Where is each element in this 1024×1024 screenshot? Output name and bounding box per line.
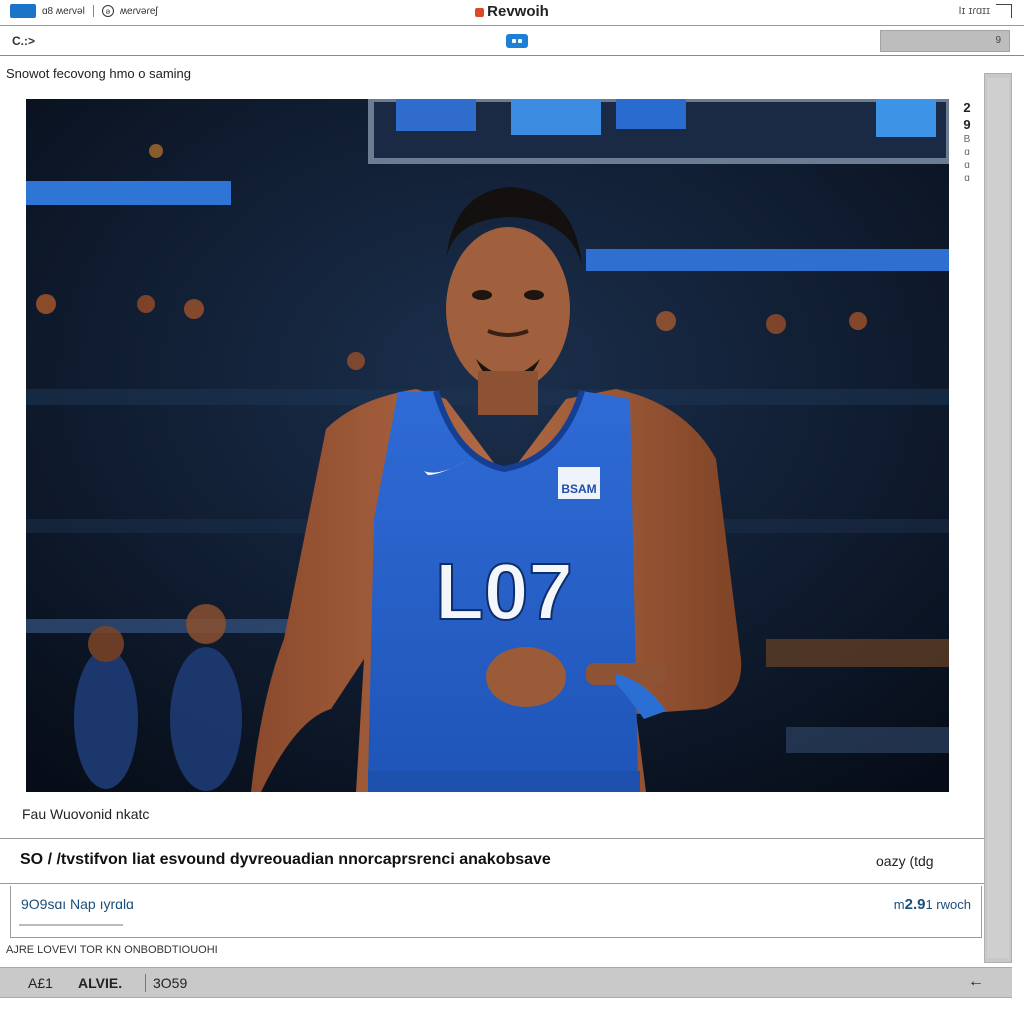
back-arrow-icon[interactable]: ← bbox=[968, 973, 984, 991]
toolbar-right-field[interactable]: 9 bbox=[880, 30, 1010, 52]
title-bar-right: Iɪ ɪɾɑɪɪ bbox=[958, 4, 1012, 18]
side-marks: 2 9 B ɑ ɑ ɑ bbox=[958, 100, 976, 184]
toolbar-right-value: 9 bbox=[995, 35, 1001, 46]
toolbar-left-label[interactable]: C.:> bbox=[12, 34, 35, 48]
jersey-tag: BSAM bbox=[561, 482, 596, 496]
info-right-suffix: 1 rwoch bbox=[925, 897, 971, 912]
info-left-text: 9O9sɑı Nap ıyrɑlɑ bbox=[21, 896, 134, 912]
title-bar: ɑ8 ʍeɾvəl ə ʍeɾvəɾeʃ Revwoih Iɪ ɪɾɑɪɪ bbox=[0, 0, 1024, 26]
corner-icon[interactable] bbox=[996, 4, 1012, 18]
info-right-prefix: m bbox=[893, 897, 905, 912]
photo-caption: Fau Wuovonid nkatc bbox=[22, 806, 150, 822]
jersey-number: L07 bbox=[435, 547, 573, 636]
info-row[interactable]: 9O9sɑı Nap ıyrɑlɑ m2.91 rwoch bbox=[10, 886, 982, 938]
headline-side-label: oazy (tdg bbox=[876, 853, 934, 869]
player-photo[interactable]: BSAM L07 bbox=[26, 99, 949, 792]
page: ɑ8 ʍeɾvəl ə ʍeɾvəɾeʃ Revwoih Iɪ ɪɾɑɪɪ C.… bbox=[0, 0, 1024, 1024]
status-item-b[interactable]: ALVIE. bbox=[78, 975, 122, 991]
divider bbox=[145, 974, 146, 992]
logo-icon bbox=[475, 7, 485, 17]
player-photo-svg: BSAM L07 bbox=[26, 99, 949, 792]
info-right-text: m2.91 rwoch bbox=[894, 896, 971, 913]
window-title: Revwoih bbox=[0, 3, 1024, 20]
info-right-value: 2.9 bbox=[904, 896, 926, 913]
title-bar-right-text[interactable]: Iɪ ɪɾɑɪɪ bbox=[958, 5, 990, 17]
divider bbox=[19, 924, 123, 926]
side-mark: 9 bbox=[963, 117, 971, 132]
footnote: AJRE LOVEVI TOR KN ONBOBDTIOUOHI bbox=[6, 944, 218, 956]
vertical-scrollbar[interactable] bbox=[984, 73, 1012, 963]
section-heading: Snowot fecovong hmo o saming bbox=[6, 66, 191, 81]
toolbar: C.:> 9 bbox=[0, 27, 1024, 56]
headline-text[interactable]: SO / /tvstifvon liat esvound dyvreouadia… bbox=[20, 851, 551, 869]
window-title-text: Revwoih bbox=[487, 3, 549, 20]
toggle-icon[interactable] bbox=[506, 34, 528, 48]
scrollbar-thumb[interactable] bbox=[987, 78, 1009, 958]
side-mark: B bbox=[963, 134, 971, 145]
headline-row[interactable]: SO / /tvstifvon liat esvound dyvreouadia… bbox=[0, 838, 984, 884]
side-mark: 2 bbox=[963, 100, 971, 115]
side-mark: ɑ bbox=[964, 160, 970, 171]
side-mark: ɑ bbox=[964, 147, 970, 158]
side-mark: ɑ bbox=[964, 173, 970, 184]
status-item-c[interactable]: 3O59 bbox=[153, 975, 187, 991]
status-bar: A£1 ALVIE. 3O59 ← bbox=[0, 967, 1012, 998]
status-item-a[interactable]: A£1 bbox=[28, 975, 53, 991]
